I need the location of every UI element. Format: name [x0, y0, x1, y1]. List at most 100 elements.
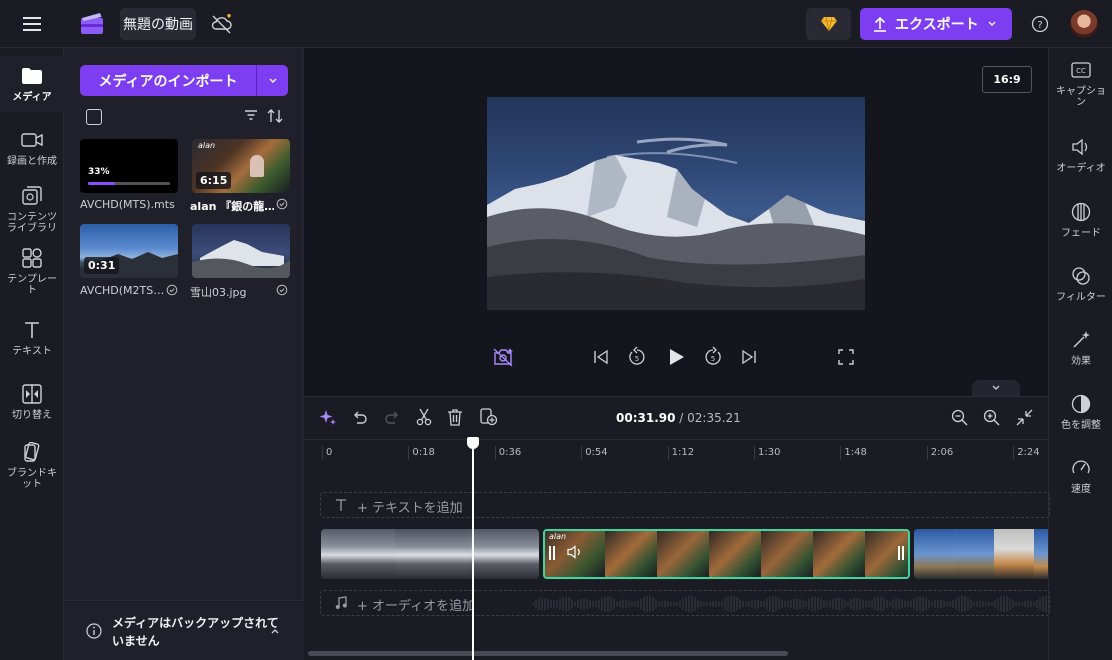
add-to-clip-icon[interactable]: [480, 408, 498, 426]
rail-item-media[interactable]: メディア: [0, 56, 64, 112]
delete-icon[interactable]: [447, 408, 463, 426]
time-ruler[interactable]: 0 0:18 0:36 0:54 1:12 1:30 1:48 2:06 2:24: [304, 439, 1048, 463]
rail-label: 効果: [1071, 356, 1091, 367]
rail-item-filters[interactable]: フィルター: [1049, 264, 1112, 303]
backup-notice[interactable]: メディアはバックアップされていません: [64, 600, 304, 660]
camera-icon: [20, 128, 44, 152]
thumb-figure: [250, 155, 264, 177]
undo-icon[interactable]: [352, 409, 368, 425]
cloud-sync-off-icon[interactable]: [208, 12, 236, 36]
playhead[interactable]: [467, 437, 479, 660]
import-media-button[interactable]: メディアのインポート: [80, 65, 256, 96]
fullscreen-icon[interactable]: [838, 349, 856, 367]
ruler-tick: [408, 446, 410, 460]
ruler-tick-label: 2:24: [1017, 447, 1040, 458]
media-item-thumbnail[interactable]: 33%: [80, 139, 178, 193]
rail-item-audio[interactable]: オーディオ: [1049, 135, 1112, 174]
play-icon[interactable]: [666, 347, 688, 369]
playhead-handle[interactable]: [467, 437, 479, 449]
chevron-down-icon: [988, 21, 996, 26]
skip-to-start-icon[interactable]: [592, 348, 612, 368]
library-icon: [20, 184, 44, 208]
video-clip-alan[interactable]: alan: [543, 529, 910, 579]
ruler-tick-label: 1:12: [671, 447, 695, 458]
media-panel: メディアのインポート 33% AVCHD(MTS).mts alan 6:15 …: [64, 48, 304, 660]
media-item-thumbnail[interactable]: 0:31: [80, 224, 178, 278]
ruler-tick: [926, 446, 928, 460]
hamburger-menu-icon[interactable]: [20, 12, 44, 36]
rail-label: 切り替え: [12, 410, 52, 421]
contrast-icon: [1069, 392, 1093, 416]
zoom-in-icon[interactable]: [983, 409, 1000, 426]
info-icon: [86, 623, 102, 639]
ruler-tick: [667, 446, 669, 460]
media-item-thumbnail[interactable]: alan 6:15: [192, 139, 290, 193]
collapse-timeline-button[interactable]: [972, 380, 1020, 396]
rail-item-templates[interactable]: テンプレート: [0, 246, 64, 296]
upload-progress-bar: [88, 182, 170, 185]
rail-label: フェード: [1061, 228, 1101, 239]
rail-item-adjust-colors[interactable]: 色を調整: [1049, 392, 1112, 431]
rail-item-record[interactable]: 録画と作成: [0, 128, 64, 167]
ruler-tick: [322, 446, 323, 460]
sort-icon[interactable]: [266, 108, 286, 126]
rail-item-speed[interactable]: 速度: [1049, 456, 1112, 495]
ruler-tick-label: 1:30: [758, 447, 781, 458]
rail-label: 速度: [1071, 484, 1091, 495]
video-clip-mountain-blue[interactable]: [914, 529, 1048, 579]
rail-item-content-library[interactable]: コンテンツライブラリ: [0, 184, 64, 234]
rail-item-text[interactable]: テキスト: [0, 318, 64, 357]
brand-kit-icon: [20, 440, 44, 464]
timeline-scrollbar[interactable]: [308, 651, 788, 656]
project-title-input[interactable]: 無題の動画: [120, 8, 196, 40]
import-dropdown-button[interactable]: [256, 65, 288, 96]
zoom-out-icon[interactable]: [951, 409, 968, 426]
rail-item-captions[interactable]: CC キャプション: [1049, 58, 1112, 108]
rail-item-transitions[interactable]: 切り替え: [0, 382, 64, 421]
media-item-caption: alan 『銀の龍…: [190, 200, 274, 213]
svg-text:?: ?: [1037, 20, 1042, 31]
clip-trim-handle-right[interactable]: [898, 546, 904, 560]
select-all-checkbox[interactable]: [86, 109, 102, 125]
clipchamp-logo-icon: [78, 10, 106, 38]
timeline-toolbar: 00:31.90 / 02:35.21: [304, 397, 1048, 439]
export-label: エクスポート: [895, 17, 979, 33]
ai-sparkle-icon[interactable]: [319, 409, 337, 427]
skip-to-end-icon[interactable]: [740, 348, 760, 368]
rail-label: コンテンツライブラリ: [7, 212, 57, 234]
export-button[interactable]: エクスポート: [860, 8, 1012, 40]
chevron-down-icon: [269, 78, 276, 83]
ruler-tick-label: 0:18: [412, 447, 435, 458]
redo-icon[interactable]: [384, 409, 400, 425]
media-item-caption: AVCHD(MTS).mts: [80, 198, 175, 211]
rail-item-fade[interactable]: フェード: [1049, 200, 1112, 239]
text-track-placeholder[interactable]: + テキストを追加: [320, 492, 1050, 518]
split-scissors-icon[interactable]: [416, 408, 432, 426]
rail-label: キャプション: [1056, 86, 1106, 108]
avatar[interactable]: [1070, 10, 1098, 38]
chevron-up-icon[interactable]: [270, 627, 280, 635]
filter-icon[interactable]: [244, 109, 260, 125]
media-item-thumbnail[interactable]: [192, 224, 290, 278]
video-clip-mountain[interactable]: [321, 529, 539, 579]
rail-item-effects[interactable]: 効果: [1049, 328, 1112, 367]
rail-label: フィルター: [1056, 292, 1106, 303]
rail-label: 色を調整: [1061, 420, 1101, 431]
rewind-5s-icon[interactable]: 5: [626, 346, 648, 368]
premium-gem-button[interactable]: [806, 8, 851, 40]
video-preview-frame[interactable]: [487, 97, 865, 310]
ai-camera-off-icon[interactable]: [492, 346, 516, 370]
check-circle-icon: [166, 284, 178, 296]
check-circle-icon: [276, 284, 288, 296]
fit-timeline-icon[interactable]: [1016, 409, 1033, 426]
folder-icon: [20, 64, 44, 88]
clip-trim-handle-left[interactable]: [549, 546, 555, 560]
preview-area: 16:9 5 5: [304, 48, 1048, 396]
ruler-tick-label: 0:36: [498, 447, 522, 458]
rail-item-brand-kit[interactable]: ブランドキット: [0, 440, 64, 490]
forward-5s-icon[interactable]: 5: [702, 346, 724, 368]
aspect-ratio-button[interactable]: 16:9: [982, 66, 1032, 93]
speaker-icon[interactable]: [567, 545, 583, 559]
audio-track-placeholder[interactable]: + オーディオを追加: [320, 590, 1050, 616]
help-icon[interactable]: ?: [1028, 12, 1052, 36]
